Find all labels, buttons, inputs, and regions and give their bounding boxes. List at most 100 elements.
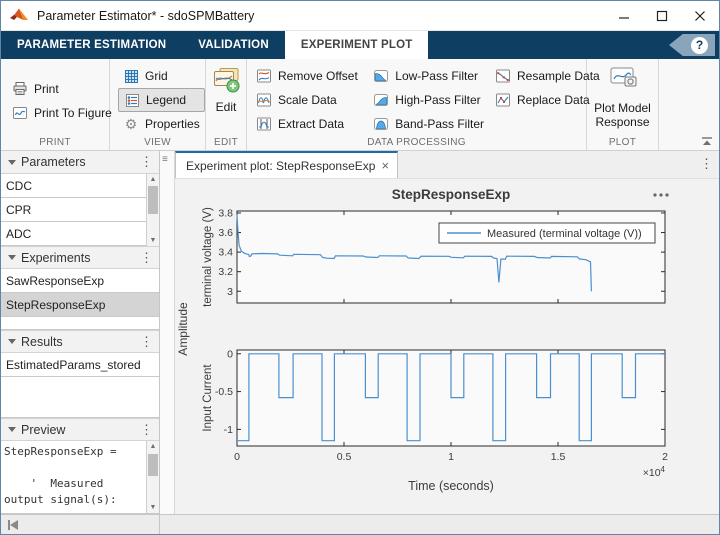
experiments-menu-icon[interactable]: ⋮ [140, 250, 153, 266]
print-label: Print [34, 82, 59, 96]
legend[interactable]: Measured (terminal voltage (V)) [439, 223, 655, 243]
preview-pane: StepResponseExp = ' Measured output sign… [1, 441, 159, 514]
scroll-down-icon[interactable]: ▼ [147, 235, 159, 246]
maximize-button[interactable] [643, 1, 681, 30]
high-pass-filter-label: High-Pass Filter [395, 93, 480, 107]
x-tick-label: 2 [662, 451, 668, 463]
parameters-list: CDC CPR ADC ▲ ▼ [1, 174, 159, 246]
plot-options-icon[interactable] [659, 193, 662, 196]
y-tick-label: 3.6 [218, 227, 233, 239]
tab-validation[interactable]: VALIDATION [182, 31, 285, 59]
plot-model-response-button[interactable]: Plot Model Response [588, 66, 658, 129]
scrollbar-thumb[interactable] [148, 454, 158, 476]
experiments-header[interactable]: Experiments ⋮ [1, 246, 159, 269]
scroll-down-icon[interactable]: ▼ [147, 502, 159, 513]
preview-text: StepResponseExp = ' Measured output sign… [1, 441, 159, 508]
legend-icon [123, 92, 141, 108]
close-button[interactable] [681, 1, 719, 30]
document-area: Experiment plot: StepResponseExp × ⋮ Ste… [175, 151, 719, 514]
section-view: Grid Legend ⚙ Properties VIEW [110, 59, 206, 150]
low-pass-filter-icon [372, 68, 390, 84]
document-tab-experiment-plot[interactable]: Experiment plot: StepResponseExp × [175, 151, 398, 178]
experiment-plot-canvas[interactable]: StepResponseExpAmplitude33.23.43.63.8ter… [175, 179, 719, 514]
parameters-header[interactable]: Parameters ⋮ [1, 151, 159, 174]
parameters-menu-icon[interactable]: ⋮ [140, 154, 153, 170]
status-right-cell [160, 515, 719, 534]
parameter-item-adc[interactable]: ADC [1, 222, 159, 246]
extract-data-button[interactable]: Extract Data [251, 112, 368, 136]
section-view-label: VIEW [110, 137, 205, 148]
help-button[interactable]: ? [669, 34, 715, 56]
panel-splitter[interactable]: ≡ [160, 151, 175, 514]
properties-button[interactable]: ⚙ Properties [118, 112, 205, 136]
x-tick-label: 1.5 [551, 451, 566, 463]
experiment-item-stepresponseexp[interactable]: StepResponseExp [1, 293, 159, 317]
matlab-logo-icon [9, 7, 29, 25]
extract-data-label: Extract Data [278, 117, 344, 131]
tab-experiment-plot[interactable]: EXPERIMENT PLOT [285, 31, 429, 59]
band-pass-filter-label: Band-Pass Filter [395, 117, 484, 131]
experiment-plot-figure[interactable]: StepResponseExpAmplitude33.23.43.63.8ter… [175, 179, 719, 514]
preview-menu-icon[interactable]: ⋮ [140, 422, 153, 438]
y-tick-label: -0.5 [215, 386, 233, 398]
collapse-panel-icon[interactable] [8, 520, 18, 530]
input-current-axis-label: Input Current [202, 364, 214, 432]
band-pass-filter-icon [372, 116, 390, 132]
section-plot-label: PLOT [587, 137, 658, 148]
plot-model-response-label: Plot Model Response [588, 101, 658, 129]
document-tab-label: Experiment plot: StepResponseExp [186, 159, 375, 173]
grid-label: Grid [145, 69, 168, 83]
print-to-figure-label: Print To Figure [34, 106, 112, 120]
y-tick-label: 3.8 [218, 207, 233, 219]
results-header[interactable]: Results ⋮ [1, 330, 159, 353]
x-tick-label: 0 [234, 451, 240, 463]
parameter-item-cpr[interactable]: CPR [1, 198, 159, 222]
low-pass-filter-button[interactable]: Low-Pass Filter [368, 64, 490, 88]
remove-offset-button[interactable]: Remove Offset [251, 64, 368, 88]
minimize-button[interactable] [605, 1, 643, 30]
resample-data-button[interactable]: Resample Data [490, 64, 586, 88]
close-tab-icon[interactable]: × [381, 158, 389, 173]
document-menu-icon[interactable]: ⋮ [700, 156, 713, 172]
result-item-estimatedparams[interactable]: EstimatedParams_stored [1, 353, 159, 377]
grid-button[interactable]: Grid [118, 64, 205, 88]
scrollbar-thumb[interactable] [148, 186, 158, 214]
parameters-scrollbar[interactable]: ▲ ▼ [146, 174, 159, 246]
plot-options-icon[interactable] [653, 193, 656, 196]
section-edit: Edit EDIT [206, 59, 247, 150]
scroll-up-icon[interactable]: ▲ [147, 441, 159, 452]
section-edit-label: EDIT [206, 137, 246, 148]
experiment-item-sawresponseexp[interactable]: SawResponseExp [1, 269, 159, 293]
results-empty-area [1, 377, 159, 418]
print-to-figure-button[interactable]: Print To Figure [7, 101, 109, 125]
plot-options-icon[interactable] [665, 193, 668, 196]
scale-data-icon [255, 92, 273, 108]
scroll-up-icon[interactable]: ▲ [147, 174, 159, 185]
grid-icon [122, 68, 140, 84]
tab-parameter-estimation[interactable]: PARAMETER ESTIMATION [1, 31, 182, 59]
edit-button[interactable]: Edit [206, 67, 246, 114]
parameters-title: Parameters [21, 155, 86, 169]
print-button[interactable]: Print [7, 77, 109, 101]
extract-data-icon [255, 116, 273, 132]
x-tick-label: 1 [448, 451, 454, 463]
splitter-grip-icon: ≡ [162, 155, 172, 165]
edit-icon [211, 67, 241, 98]
amplitude-axis-label: Amplitude [176, 302, 190, 356]
band-pass-filter-button[interactable]: Band-Pass Filter [368, 112, 490, 136]
scale-data-button[interactable]: Scale Data [251, 88, 368, 112]
preview-scrollbar[interactable]: ▲ ▼ [146, 441, 159, 513]
printer-icon [11, 81, 29, 97]
x-axis-label: Time (seconds) [408, 479, 494, 493]
preview-header[interactable]: Preview ⋮ [1, 418, 159, 441]
collapse-experiments-icon [8, 255, 16, 260]
legend-button[interactable]: Legend [118, 88, 205, 112]
results-menu-icon[interactable]: ⋮ [140, 334, 153, 350]
replace-data-button[interactable]: Replace Data [490, 88, 586, 112]
collapse-ribbon-button[interactable] [701, 135, 713, 144]
plot-model-response-icon [606, 66, 640, 99]
terminal-voltage-axis-label: terminal voltage (V) [202, 207, 214, 307]
parameter-item-cdc[interactable]: CDC [1, 174, 159, 198]
high-pass-filter-button[interactable]: High-Pass Filter [368, 88, 490, 112]
status-bar [1, 514, 719, 534]
